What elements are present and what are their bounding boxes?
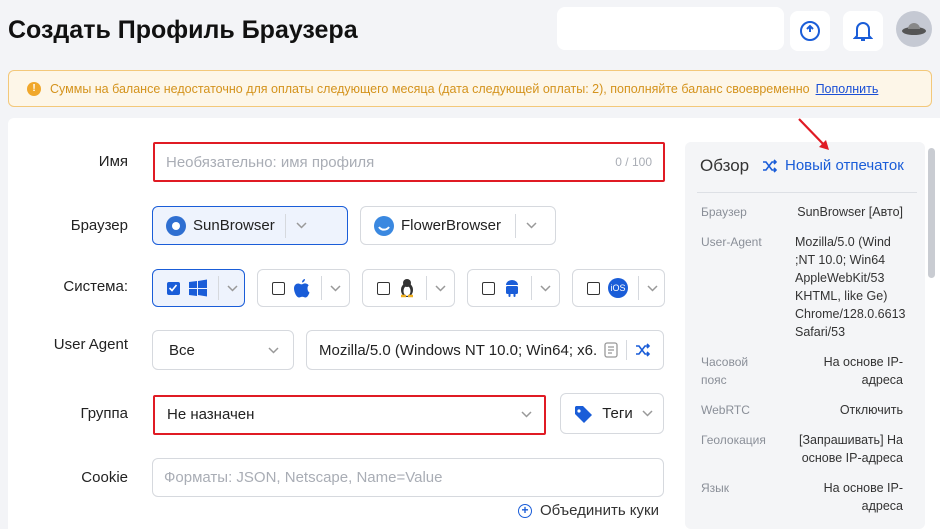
balance-warning: ! Суммы на балансе недостаточно для опла… xyxy=(8,70,932,107)
overview-title: Обзор xyxy=(700,156,750,175)
browser-option-label: SunBrowser xyxy=(193,217,275,234)
overview-value: На основе IP- адреса xyxy=(823,355,903,387)
browser-label: Браузер xyxy=(70,217,128,234)
system-option-android[interactable] xyxy=(467,269,560,307)
avatar[interactable] xyxy=(896,11,932,47)
browser-option-label: FlowerBrowser xyxy=(401,217,502,234)
name-label: Имя xyxy=(98,153,128,170)
group-label: Группа xyxy=(80,405,128,422)
user-agent-filter-value: Все xyxy=(169,341,195,359)
system-option-apple[interactable] xyxy=(257,269,350,307)
merge-cookies-label: Объединить куки xyxy=(540,502,659,519)
chevron-down-icon xyxy=(330,284,341,292)
sync-button[interactable] xyxy=(790,11,830,51)
cookie-label: Cookie xyxy=(81,469,128,486)
overview-panel: Обзор Новый отпечаток Браузер SunBrowser… xyxy=(685,142,925,529)
checkbox[interactable] xyxy=(587,281,600,295)
overview-value: [Запрашивать] На основе IP-адреса xyxy=(799,433,903,465)
checkbox[interactable] xyxy=(482,281,495,295)
overview-scrollbar[interactable] xyxy=(928,148,935,278)
user-agent-label: User Agent xyxy=(53,336,128,353)
tag-icon xyxy=(575,405,592,423)
overview-key: Геолокация xyxy=(701,433,766,447)
chevron-down-icon xyxy=(296,222,307,229)
shuffle-icon xyxy=(763,158,778,173)
sync-icon xyxy=(800,21,820,41)
bell-icon xyxy=(853,22,873,41)
overview-value: Отключить xyxy=(839,403,903,417)
overview-key: WebRTC xyxy=(701,403,750,417)
checkbox[interactable] xyxy=(272,281,285,295)
flowerbrowser-icon xyxy=(374,215,394,236)
ufo-avatar-icon xyxy=(902,23,926,35)
tags-select[interactable]: Теги xyxy=(560,393,664,434)
overview-value: На основе IP- адреса xyxy=(823,481,903,513)
chevron-down-icon xyxy=(647,284,658,292)
name-highlight xyxy=(153,142,665,182)
group-highlight xyxy=(153,395,546,435)
page-title: Создать Профиль Браузера xyxy=(8,16,358,44)
merge-cookies-button[interactable]: + Объединить куки xyxy=(518,502,659,519)
browser-option-flowerbrowser[interactable]: FlowerBrowser xyxy=(360,206,556,245)
new-fingerprint-button[interactable]: Новый отпечаток xyxy=(761,157,904,174)
top-up-link[interactable]: Пополнить xyxy=(816,82,879,96)
divider xyxy=(697,192,917,193)
apple-icon xyxy=(294,279,310,298)
checkbox-checked[interactable] xyxy=(167,281,180,295)
overview-key: User-Agent xyxy=(701,235,762,249)
overview-key: Браузер xyxy=(701,205,747,219)
shuffle-icon[interactable] xyxy=(635,343,651,357)
chevron-down-icon xyxy=(435,284,446,292)
user-agent-value: Mozilla/5.0 (Windows NT 10.0; Win64; x6.… xyxy=(319,341,596,359)
system-label: Система: xyxy=(63,278,128,295)
warning-icon: ! xyxy=(27,81,41,96)
system-option-ios[interactable]: iOS xyxy=(572,269,665,307)
overview-value: SunBrowser [Авто] xyxy=(797,205,903,219)
document-icon[interactable] xyxy=(604,342,618,358)
system-option-linux[interactable] xyxy=(362,269,455,307)
ios-icon: iOS xyxy=(608,278,628,298)
overview-key: Часовой пояс xyxy=(701,355,749,387)
overview-value: Mozilla/5.0 (Wind NT 10.0; Win64; AppleW… xyxy=(795,235,906,339)
top-search-box[interactable] xyxy=(557,7,784,50)
annotation-arrow-icon xyxy=(798,118,829,150)
plus-circle-icon: + xyxy=(518,503,532,518)
warning-text: Суммы на балансе недостаточно для оплаты… xyxy=(50,81,810,96)
user-agent-input[interactable]: Mozilla/5.0 (Windows NT 10.0; Win64; x6.… xyxy=(306,330,664,370)
chevron-down-icon xyxy=(540,284,551,292)
checkbox[interactable] xyxy=(377,281,390,295)
notifications-button[interactable] xyxy=(843,11,883,51)
chevron-down-icon xyxy=(642,410,653,417)
linux-icon xyxy=(401,279,413,298)
new-fingerprint-label: Новый отпечаток xyxy=(785,157,904,174)
tags-label: Теги xyxy=(602,405,633,422)
chevron-down-icon xyxy=(268,346,279,354)
overview-key: Язык xyxy=(701,481,730,495)
chevron-down-icon xyxy=(526,222,537,229)
user-agent-filter-select[interactable]: Все xyxy=(152,330,294,370)
cookie-placeholder: Форматы: JSON, Netscape, Name=Value xyxy=(164,469,443,486)
system-option-windows[interactable] xyxy=(152,269,245,307)
browser-option-sunbrowser[interactable]: SunBrowser xyxy=(152,206,348,245)
cookie-input[interactable]: Форматы: JSON, Netscape, Name=Value xyxy=(152,458,664,497)
windows-icon xyxy=(189,279,207,297)
sunbrowser-icon xyxy=(166,215,186,236)
chevron-down-icon xyxy=(227,284,238,292)
android-icon xyxy=(506,280,518,297)
